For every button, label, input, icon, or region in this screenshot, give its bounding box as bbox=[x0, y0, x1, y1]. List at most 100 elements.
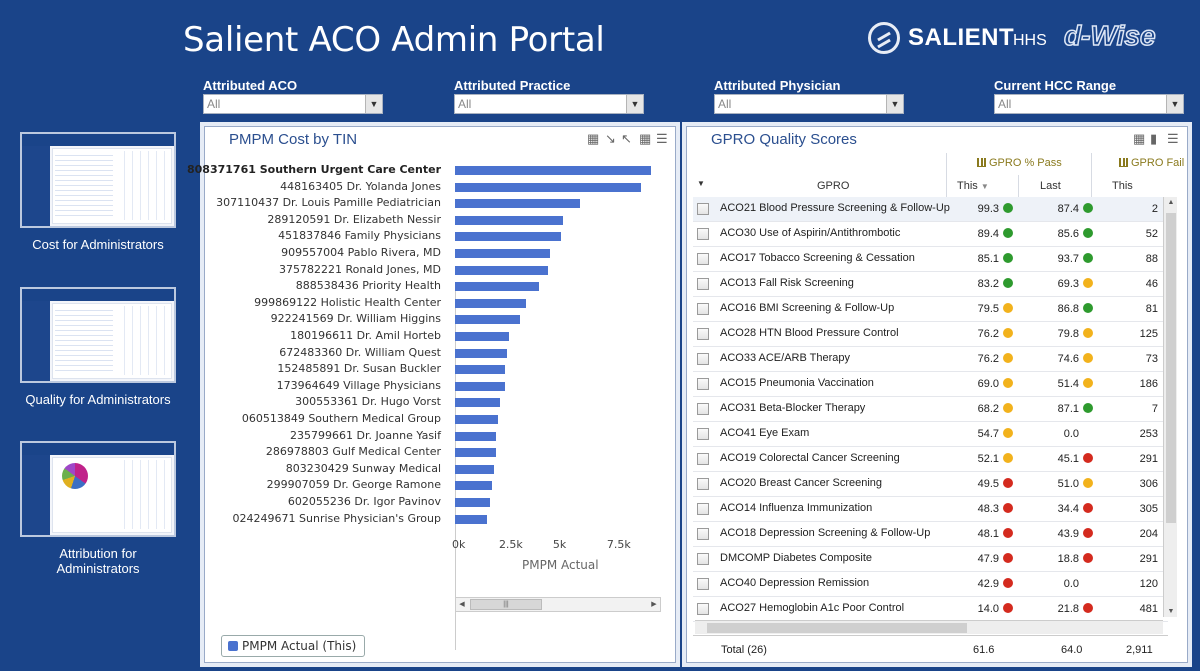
bar-chart-icon[interactable]: ▮ bbox=[1150, 131, 1157, 147]
chart-scrollbar[interactable]: ◀ ||| ▶ bbox=[455, 597, 661, 612]
nav-label[interactable]: Quality for Administrators bbox=[20, 392, 176, 407]
table-row[interactable]: ACO16 BMI Screening & Follow-Up 79.5 86.8 8… bbox=[693, 297, 1168, 322]
chart-bar[interactable] bbox=[455, 166, 652, 175]
pass-this-value: 68.2 bbox=[977, 403, 999, 415]
chart-bar-row: 235799661 Dr. Joanne Yasif bbox=[205, 428, 677, 444]
row-checkbox[interactable] bbox=[697, 403, 709, 415]
row-checkbox[interactable] bbox=[697, 503, 709, 515]
row-checkbox[interactable] bbox=[697, 353, 709, 365]
sort-menu-icon[interactable]: ▼ bbox=[697, 179, 705, 188]
table-vertical-scrollbar[interactable]: ▲ ▼ bbox=[1163, 197, 1177, 617]
chart-bar[interactable] bbox=[455, 398, 501, 408]
row-checkbox[interactable] bbox=[697, 378, 709, 390]
chart-bar[interactable] bbox=[455, 431, 496, 441]
row-checkbox[interactable] bbox=[697, 253, 709, 265]
chart-bar[interactable] bbox=[455, 182, 641, 192]
table-row[interactable]: ACO27 Hemoglobin A1c Poor Control 14.0 21.… bbox=[693, 597, 1168, 622]
scroll-left-icon[interactable]: ◀ bbox=[456, 598, 468, 611]
hcc-range-select[interactable]: All ▼ bbox=[994, 94, 1184, 114]
chart-bar[interactable] bbox=[455, 514, 488, 524]
row-checkbox[interactable] bbox=[697, 603, 709, 615]
chart-bar[interactable] bbox=[455, 381, 505, 391]
table-horizontal-scrollbar[interactable] bbox=[695, 620, 1163, 634]
scroll-thumb[interactable] bbox=[1166, 213, 1176, 523]
scroll-down-icon[interactable]: ▼ bbox=[1164, 608, 1178, 615]
table-row[interactable]: ACO20 Breast Cancer Screening 49.5 51.0 306 bbox=[693, 472, 1168, 497]
arrow-down-right-icon[interactable]: ↘ bbox=[605, 131, 616, 147]
chart-bar[interactable] bbox=[455, 215, 563, 225]
row-checkbox[interactable] bbox=[697, 553, 709, 565]
table-row[interactable]: ACO17 Tobacco Screening & Cessation 85.1 9… bbox=[693, 247, 1168, 272]
nav-label[interactable]: Cost for Administrators bbox=[20, 237, 176, 252]
quality-thumbnail[interactable] bbox=[20, 287, 176, 383]
nav-attribution-admin[interactable]: Attribution for Administrators bbox=[20, 441, 176, 576]
cost-thumbnail[interactable] bbox=[20, 132, 176, 228]
table-row[interactable]: ACO40 Depression Remission 42.9 0.0 120 bbox=[693, 572, 1168, 597]
table-row[interactable]: ACO41 Eye Exam 54.7 0.0 253 bbox=[693, 422, 1168, 447]
arrow-up-left-icon[interactable]: ↖ bbox=[621, 131, 632, 147]
scroll-right-icon[interactable]: ▶ bbox=[648, 598, 660, 611]
row-checkbox[interactable] bbox=[697, 578, 709, 590]
legend-item[interactable]: PMPM Actual (This) bbox=[221, 635, 366, 657]
table-row[interactable]: ACO31 Beta-Blocker Therapy 68.2 87.1 7 bbox=[693, 397, 1168, 422]
row-checkbox[interactable] bbox=[697, 478, 709, 490]
column-gpro[interactable]: GPRO bbox=[817, 180, 849, 192]
column-last[interactable]: Last bbox=[1040, 180, 1061, 192]
chart-bar[interactable] bbox=[455, 348, 507, 358]
menu-icon[interactable]: ☰ bbox=[1167, 131, 1179, 147]
practice-select[interactable]: All ▼ bbox=[454, 94, 644, 114]
chart-bar[interactable] bbox=[455, 365, 505, 375]
chart-bar[interactable] bbox=[455, 249, 550, 258]
table-row[interactable]: ACO30 Use of Aspirin/Antithrombotic 89.4 8… bbox=[693, 222, 1168, 247]
row-checkbox[interactable] bbox=[697, 328, 709, 340]
export-icon[interactable]: ▦ bbox=[1133, 131, 1145, 147]
row-checkbox[interactable] bbox=[697, 528, 709, 540]
table-row[interactable]: ACO13 Fall Risk Screening 83.2 69.3 46 bbox=[693, 272, 1168, 297]
table-row[interactable]: ACO28 HTN Blood Pressure Control 76.2 79.8… bbox=[693, 322, 1168, 347]
chart-bar[interactable] bbox=[455, 464, 494, 474]
chart-bar[interactable] bbox=[455, 265, 548, 275]
pass-this-value: 42.9 bbox=[977, 578, 999, 590]
table-row[interactable]: ACO18 Depression Screening & Follow-Up 48… bbox=[693, 522, 1168, 547]
chart-bar[interactable] bbox=[455, 448, 496, 458]
export-icon[interactable]: ▦ bbox=[587, 131, 599, 147]
chart-bar[interactable] bbox=[455, 282, 540, 292]
chart-bar[interactable] bbox=[455, 415, 499, 424]
nav-label[interactable]: Attribution for Administrators bbox=[20, 546, 176, 576]
scroll-thumb[interactable] bbox=[707, 623, 967, 633]
chevron-down-icon[interactable]: ▼ bbox=[626, 95, 643, 113]
chevron-down-icon[interactable]: ▼ bbox=[886, 95, 903, 113]
physician-select[interactable]: All ▼ bbox=[714, 94, 904, 114]
chart-bar[interactable] bbox=[455, 315, 520, 325]
chart-bar[interactable] bbox=[455, 199, 581, 209]
chart-bar[interactable] bbox=[455, 232, 561, 242]
row-checkbox[interactable] bbox=[697, 203, 709, 215]
table-row[interactable]: ACO21 Blood Pressure Screening & Follow-… bbox=[693, 197, 1168, 222]
menu-icon[interactable]: ☰ bbox=[656, 131, 668, 147]
row-checkbox[interactable] bbox=[697, 228, 709, 240]
row-checkbox[interactable] bbox=[697, 278, 709, 290]
row-checkbox[interactable] bbox=[697, 428, 709, 440]
column-this[interactable]: This ▼ bbox=[957, 180, 989, 192]
nav-quality-admin[interactable]: Quality for Administrators bbox=[20, 287, 176, 407]
nav-cost-admin[interactable]: Cost for Administrators bbox=[20, 132, 176, 252]
chart-bar[interactable] bbox=[455, 298, 527, 308]
scroll-up-icon[interactable]: ▲ bbox=[1164, 199, 1178, 206]
row-checkbox[interactable] bbox=[697, 453, 709, 465]
scroll-thumb[interactable]: ||| bbox=[470, 599, 542, 610]
aco-select[interactable]: All ▼ bbox=[203, 94, 383, 114]
row-checkbox[interactable] bbox=[697, 303, 709, 315]
table-row[interactable]: ACO14 Influenza Immunization 48.3 34.4 305 bbox=[693, 497, 1168, 522]
chart-bar[interactable] bbox=[455, 332, 509, 341]
grid-icon[interactable]: ▦ bbox=[639, 131, 651, 147]
table-row[interactable]: DMCOMP Diabetes Composite 47.9 18.8 291 bbox=[693, 547, 1168, 572]
table-row[interactable]: ACO33 ACE/ARB Therapy 76.2 74.6 73 bbox=[693, 347, 1168, 372]
table-row[interactable]: ACO15 Pneumonia Vaccination 69.0 51.4 186 bbox=[693, 372, 1168, 397]
chevron-down-icon[interactable]: ▼ bbox=[365, 95, 382, 113]
chevron-down-icon[interactable]: ▼ bbox=[1166, 95, 1183, 113]
chart-bar[interactable] bbox=[455, 481, 492, 491]
table-row[interactable]: ACO19 Colorectal Cancer Screening 52.1 45.… bbox=[693, 447, 1168, 472]
column-this-fail[interactable]: This bbox=[1112, 180, 1133, 192]
attribution-thumbnail[interactable] bbox=[20, 441, 176, 537]
chart-bar[interactable] bbox=[455, 498, 490, 507]
